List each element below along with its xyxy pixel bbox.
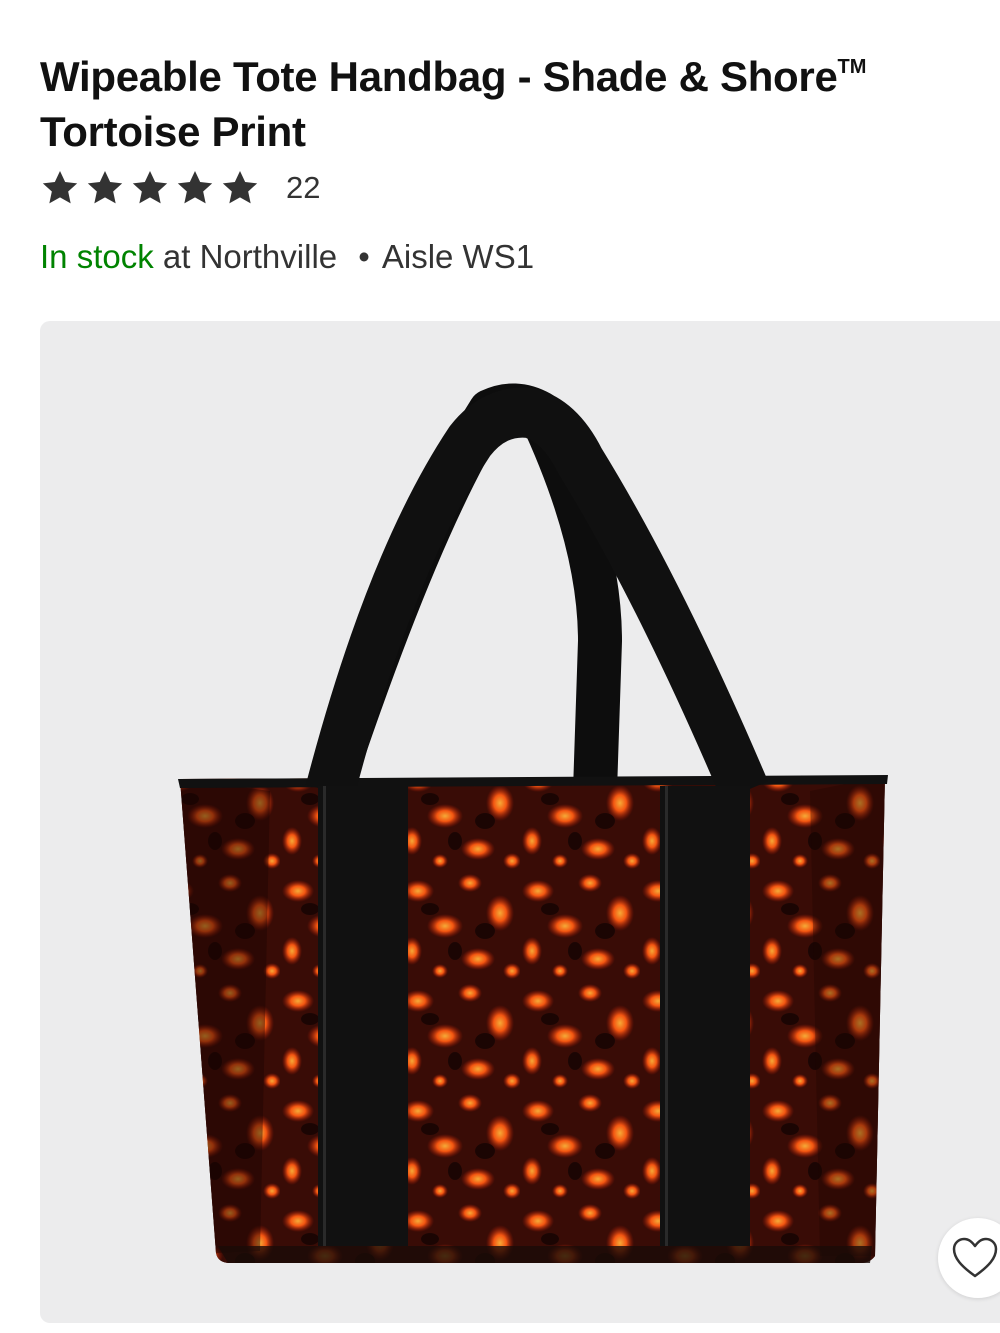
stock-status[interactable]: In stock — [40, 238, 154, 275]
availability-line: In stock at Northville • Aisle WS1 — [40, 238, 534, 276]
star-icon — [222, 171, 258, 204]
trademark-symbol: TM — [837, 56, 867, 78]
product-title: Wipeable Tote Handbag - Shade & ShoreTM T… — [40, 40, 970, 159]
product-page: Wipeable Tote Handbag - Shade & ShoreTM T… — [0, 0, 1000, 1333]
star-icon — [132, 171, 168, 204]
product-title-variant: Tortoise Print — [40, 108, 306, 155]
product-title-main: Wipeable Tote Handbag - Shade & Shore — [40, 53, 838, 100]
star-icon — [42, 171, 78, 204]
aisle-location: Aisle WS1 — [381, 238, 535, 275]
separator-dot: • — [358, 238, 370, 275]
heart-outline-icon — [952, 1237, 998, 1278]
rating-summary[interactable]: 22 — [40, 168, 320, 208]
star-icon — [87, 171, 123, 204]
tortoise-tote-bag-image — [178, 383, 888, 1263]
star-icon — [177, 171, 213, 204]
product-image[interactable] — [40, 321, 1000, 1323]
review-count: 22 — [286, 170, 321, 205]
store-name: at Northville — [162, 238, 338, 275]
star-rating — [40, 168, 260, 208]
